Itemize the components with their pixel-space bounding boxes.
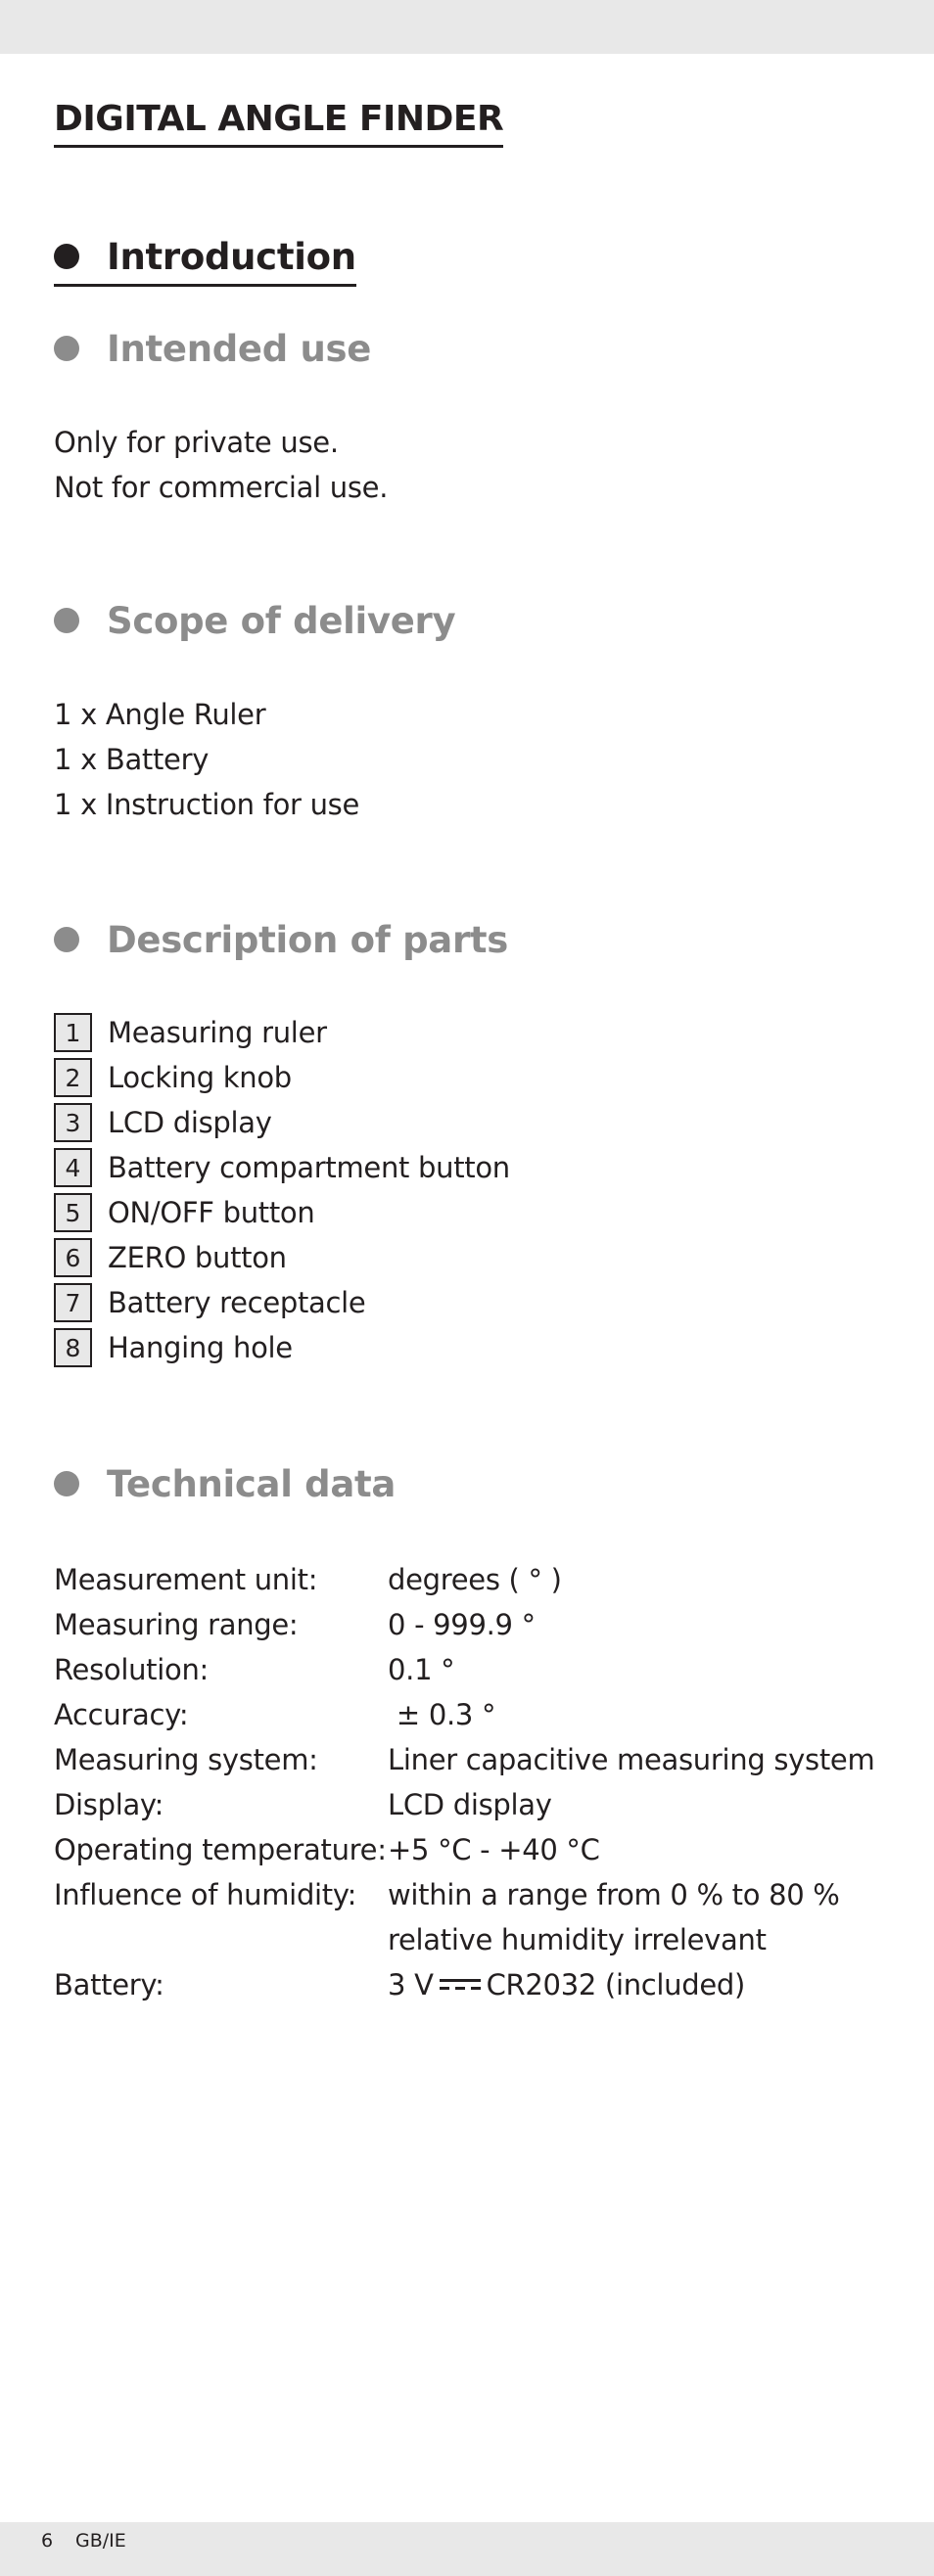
heading-text: Intended use <box>107 327 372 370</box>
part-label: Battery compartment button <box>108 1151 510 1184</box>
battery-voltage: 3 V <box>388 1968 434 2001</box>
bullet-icon <box>54 608 79 633</box>
footer-band <box>0 2522 934 2576</box>
section-technical-data-heading: Technical data <box>54 1462 396 1505</box>
tech-value: relative humidity irrelevant <box>388 1923 767 1956</box>
tech-label: Operating temperature: <box>54 1833 387 1866</box>
bullet-icon <box>54 927 79 952</box>
dc-current-icon <box>439 1979 481 1991</box>
section-scope-of-delivery-heading: Scope of delivery <box>54 599 456 642</box>
tech-label: Accuracy: <box>54 1698 189 1731</box>
part-item: 4 Battery compartment button <box>54 1148 510 1187</box>
part-item: 1 Measuring ruler <box>54 1013 327 1052</box>
delivery-item: 1 x Battery <box>54 743 210 776</box>
tech-label: Measuring system: <box>54 1743 318 1776</box>
tech-label: Measurement unit: <box>54 1563 318 1596</box>
part-label: Battery receptacle <box>108 1286 366 1319</box>
heading-text: Introduction <box>107 235 356 278</box>
part-item: 7 Battery receptacle <box>54 1283 366 1322</box>
tech-label: Measuring range: <box>54 1608 299 1641</box>
heading-text: Scope of delivery <box>107 599 456 642</box>
heading-text: Description of parts <box>107 918 508 961</box>
document-title: DIGITAL ANGLE FINDER <box>54 98 504 148</box>
tech-value: LCD display <box>388 1788 552 1821</box>
section-introduction-heading: Introduction <box>54 235 356 287</box>
part-label: Measuring ruler <box>108 1016 327 1049</box>
tech-label: Display: <box>54 1788 164 1821</box>
tech-value: +5 °C - +40 °C <box>388 1833 600 1866</box>
language-code: GB/IE <box>75 2530 126 2552</box>
tech-value: 0.1 ° <box>388 1653 455 1686</box>
part-label: Locking knob <box>108 1061 292 1094</box>
section-description-of-parts-heading: Description of parts <box>54 918 508 961</box>
page-number: 6 <box>41 2530 54 2552</box>
part-label: ON/OFF button <box>108 1196 315 1229</box>
part-number-box: 7 <box>54 1283 92 1322</box>
tech-value: 0 - 999.9 ° <box>388 1608 536 1641</box>
heading-text: Technical data <box>107 1462 397 1505</box>
battery-type: CR2032 (included) <box>486 1968 746 2001</box>
part-item: 2 Locking knob <box>54 1058 292 1097</box>
tech-label: Resolution: <box>54 1653 209 1686</box>
bullet-icon <box>54 1471 79 1496</box>
tech-value: 3 V CR2032 (included) <box>388 1967 745 2002</box>
part-item: 8 Hanging hole <box>54 1328 293 1367</box>
part-item: 5 ON/OFF button <box>54 1193 315 1232</box>
part-label: Hanging hole <box>108 1331 293 1364</box>
section-intended-use-heading: Intended use <box>54 327 371 370</box>
part-label: ZERO button <box>108 1241 287 1274</box>
tech-value: Liner capacitive measuring system <box>388 1743 875 1776</box>
bullet-icon <box>54 336 79 361</box>
tech-value: degrees ( ° ) <box>388 1563 562 1596</box>
part-number-box: 2 <box>54 1058 92 1097</box>
part-item: 3 LCD display <box>54 1103 272 1142</box>
tech-label: Influence of humidity: <box>54 1878 357 1911</box>
top-band <box>0 0 934 54</box>
intended-use-line: Not for commercial use. <box>54 471 389 504</box>
part-label: LCD display <box>108 1106 272 1139</box>
part-number-box: 4 <box>54 1148 92 1187</box>
bullet-icon <box>54 244 79 269</box>
part-number-box: 3 <box>54 1103 92 1142</box>
part-number-box: 5 <box>54 1193 92 1232</box>
part-number-box: 6 <box>54 1238 92 1277</box>
tech-value: within a range from 0 % to 80 % <box>388 1878 840 1911</box>
part-number-box: 1 <box>54 1013 92 1052</box>
tech-label: Battery: <box>54 1968 164 2001</box>
part-item: 6 ZERO button <box>54 1238 287 1277</box>
tech-value: ± 0.3 ° <box>388 1698 496 1731</box>
delivery-item: 1 x Instruction for use <box>54 788 360 821</box>
part-number-box: 8 <box>54 1328 92 1367</box>
delivery-item: 1 x Angle Ruler <box>54 698 266 731</box>
intended-use-line: Only for private use. <box>54 426 339 459</box>
